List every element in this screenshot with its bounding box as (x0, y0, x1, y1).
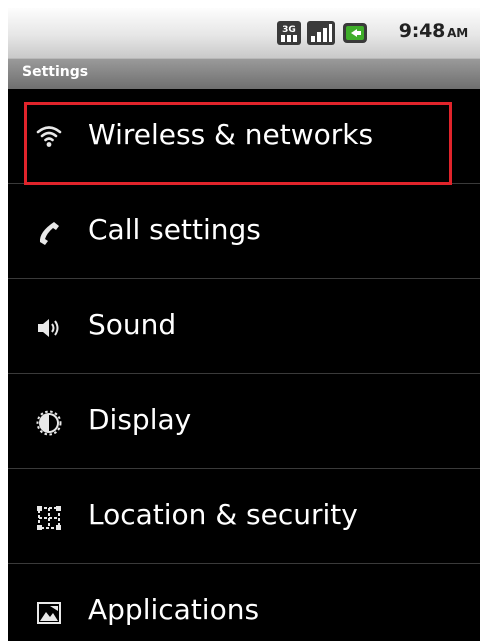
settings-item-display[interactable]: Display (8, 374, 480, 468)
network-badge-text: 3G (282, 25, 296, 35)
3g-icon: 3G (277, 21, 301, 45)
settings-item-call-settings[interactable]: Call settings (8, 184, 480, 278)
settings-item-location-security[interactable]: Location & security (8, 469, 480, 563)
location-grid-icon (37, 506, 61, 530)
settings-item-label: Location & security (88, 498, 358, 531)
settings-item-label: Call settings (88, 213, 261, 246)
settings-list: Wireless & networks Call settings Sound (8, 89, 480, 641)
settings-item-label: Sound (88, 308, 177, 341)
signal-icon (307, 21, 335, 45)
settings-item-label: Display (88, 403, 192, 436)
clock-time: 9:48 (398, 20, 446, 42)
settings-item-label: Wireless & networks (88, 118, 374, 151)
battery-icon (343, 23, 367, 43)
status-bar: 3G 9:48 AM (8, 8, 480, 58)
brightness-icon (36, 410, 62, 436)
status-time: 9:48 AM (398, 20, 469, 42)
phone-icon (39, 222, 59, 245)
applications-icon (37, 602, 61, 624)
settings-item-sound[interactable]: Sound (8, 279, 480, 373)
speaker-icon (38, 319, 59, 337)
clock-ampm: AM (447, 26, 468, 40)
wifi-icon (36, 126, 62, 147)
settings-item-applications[interactable]: Applications (8, 564, 480, 641)
title-bar: Settings (8, 58, 480, 89)
phone-screen: 3G 9:48 AM Settings Wireless & networks … (8, 8, 480, 641)
settings-item-wireless-networks[interactable]: Wireless & networks (8, 89, 480, 183)
settings-item-label: Applications (88, 593, 260, 626)
page-title: Settings (22, 64, 89, 80)
